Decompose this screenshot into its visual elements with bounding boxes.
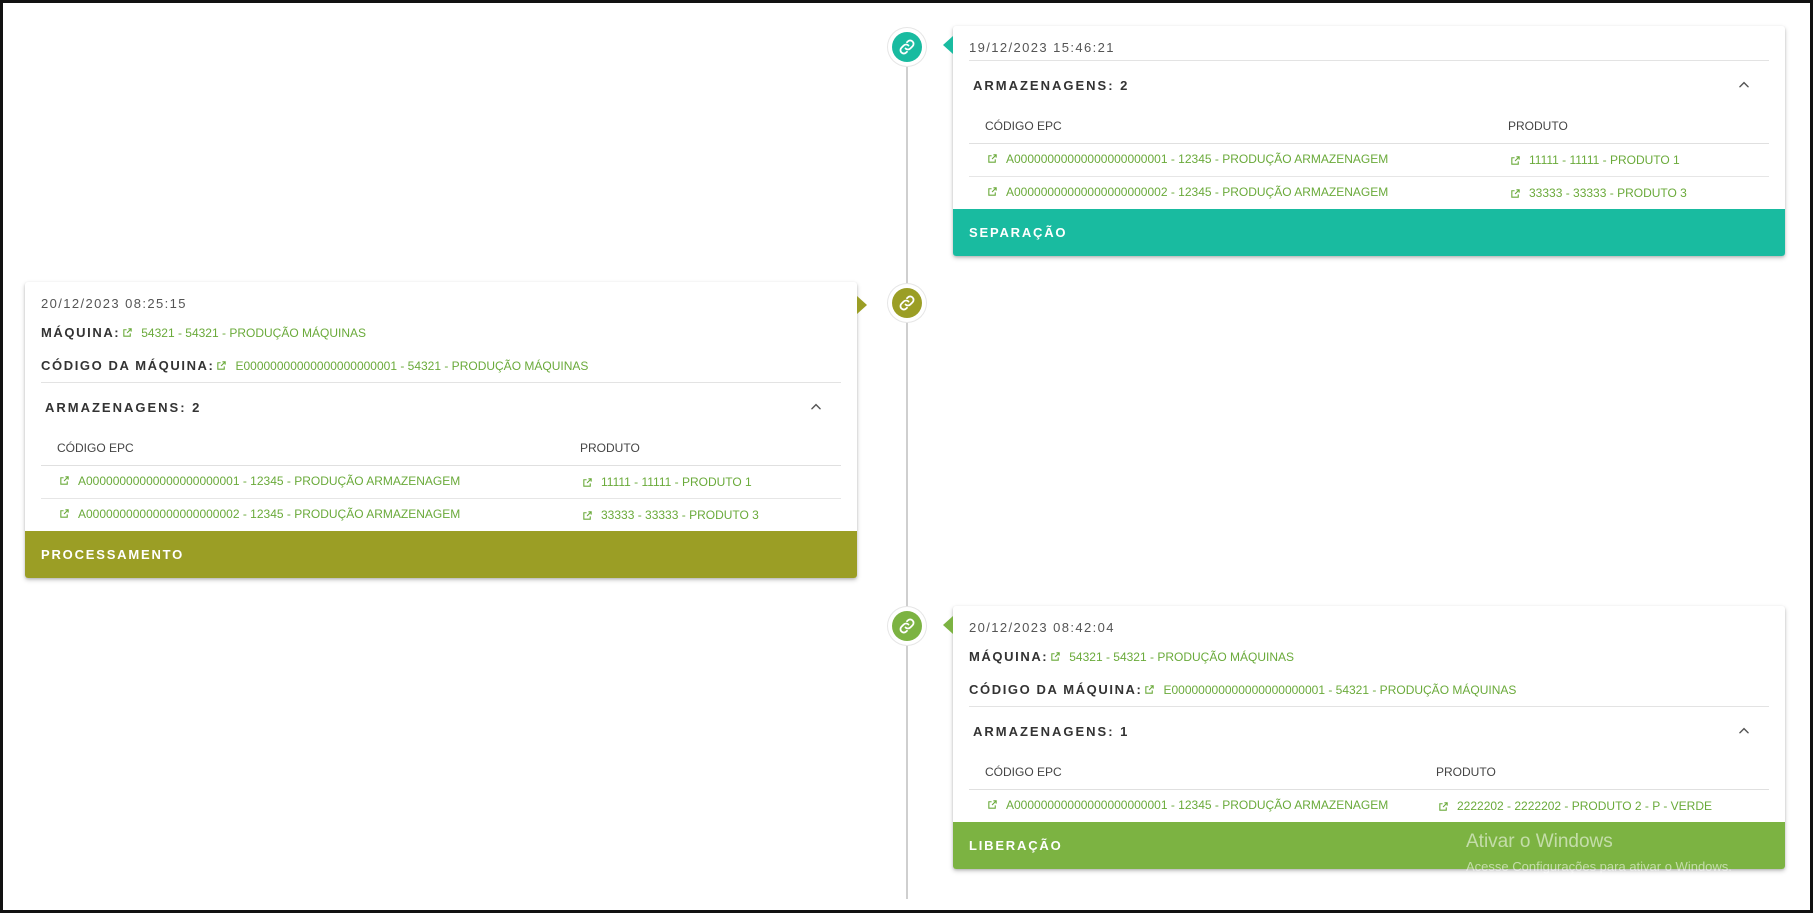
external-link-icon (60, 476, 69, 485)
codigo-maquina-link-text: E00000000000000000000001 - 54321 - PRODU… (235, 358, 589, 373)
card-timestamp: 20/12/2023 08:25:15 (41, 296, 187, 311)
maquina-link-text: 54321 - 54321 - PRODUÇÃO MÁQUINAS (1069, 649, 1294, 664)
card-pointer (857, 296, 867, 314)
maquina-field: MÁQUINA: 54321 - 54321 - PRODUÇÃO MÁQUIN… (969, 640, 1769, 673)
produto-link[interactable]: 33333 - 33333 - PRODUTO 3 (1508, 186, 1687, 200)
epc-link[interactable]: A00000000000000000000001 - 12345 - PRODU… (57, 474, 460, 488)
epc-link[interactable]: A00000000000000000000001 - 12345 - PRODU… (985, 152, 1388, 166)
section-title: ARMAZENAGENS: 2 (45, 399, 202, 415)
produto-link-text: 11111 - 11111 - PRODUTO 1 (601, 475, 752, 489)
link-icon (899, 39, 915, 55)
armazenagens-section-header[interactable]: ARMAZENAGENS: 1 (969, 707, 1769, 755)
card-timestamp: 19/12/2023 15:46:21 (969, 40, 1115, 55)
card-pointer (943, 616, 953, 634)
external-link-icon (1439, 801, 1448, 811)
produto-link-text: 33333 - 33333 - PRODUTO 3 (1529, 186, 1687, 200)
epc-link-text: A00000000000000000000002 - 12345 - PRODU… (78, 506, 461, 521)
section-title: ARMAZENAGENS: 2 (973, 77, 1130, 93)
maquina-label: MÁQUINA: (41, 325, 121, 340)
section-title: ARMAZENAGENS: 1 (973, 723, 1130, 739)
table-header: CÓDIGO EPC PRODUTO (969, 755, 1769, 790)
codigo-maquina-label: CÓDIGO DA MÁQUINA: (969, 682, 1143, 697)
chevron-up-icon[interactable] (809, 400, 823, 414)
external-link-icon (988, 154, 997, 163)
armazenagens-section-header[interactable]: ARMAZENAGENS: 2 (41, 383, 841, 431)
timeline-node-1 (888, 28, 926, 66)
codigo-maquina-field: CÓDIGO DA MÁQUINA: E00000000000000000000… (41, 349, 841, 382)
card-footer-status: SEPARAÇÃO (953, 209, 1785, 256)
table-header: CÓDIGO EPC PRODUTO (41, 431, 841, 466)
card-pointer (943, 36, 953, 54)
chevron-up-icon[interactable] (1737, 724, 1751, 738)
external-link-icon (583, 477, 592, 487)
timeline-page: 19/12/2023 15:46:21 ARMAZENAGENS: 2 CÓDI… (0, 0, 1813, 913)
link-icon (899, 295, 915, 311)
external-link-icon (1511, 188, 1520, 198)
maquina-link[interactable]: 54321 - 54321 - PRODUÇÃO MÁQUINAS (1048, 650, 1294, 664)
codigo-maquina-label: CÓDIGO DA MÁQUINA: (41, 358, 215, 373)
table-row: A00000000000000000000001 - 12345 - PRODU… (41, 466, 841, 499)
column-header-produto: PRODUTO (1436, 765, 1496, 779)
column-header-produto: PRODUTO (580, 441, 640, 455)
card-footer-status: LIBERAÇÃO (953, 822, 1785, 869)
external-link-icon (123, 328, 132, 337)
timeline-card-separacao: 19/12/2023 15:46:21 ARMAZENAGENS: 2 CÓDI… (943, 26, 1785, 256)
produto-link-text: 2222202 - 2222202 - PRODUTO 2 - P - VERD… (1457, 799, 1713, 813)
maquina-field: MÁQUINA: 54321 - 54321 - PRODUÇÃO MÁQUIN… (41, 316, 841, 349)
table-row: A00000000000000000000002 - 12345 - PRODU… (41, 499, 841, 531)
timeline-card-processamento: 20/12/2023 08:25:15 MÁQUINA: 54321 - 543… (25, 282, 867, 578)
timeline-node-2 (888, 284, 926, 322)
epc-link[interactable]: A00000000000000000000002 - 12345 - PRODU… (985, 185, 1388, 199)
maquina-label: MÁQUINA: (969, 649, 1049, 664)
card-footer-status: PROCESSAMENTO (25, 531, 857, 578)
maquina-link[interactable]: 54321 - 54321 - PRODUÇÃO MÁQUINAS (120, 326, 366, 340)
timeline-card-liberacao: 20/12/2023 08:42:04 MÁQUINA: 54321 - 543… (943, 606, 1785, 869)
epc-link[interactable]: A00000000000000000000001 - 12345 - PRODU… (985, 798, 1388, 812)
external-link-icon (1511, 155, 1520, 165)
armazenagens-table: CÓDIGO EPC PRODUTO A00000000000000000000… (969, 755, 1769, 822)
table-header: CÓDIGO EPC PRODUTO (969, 109, 1769, 144)
column-header-epc: CÓDIGO EPC (985, 119, 1062, 133)
external-link-icon (1145, 685, 1155, 694)
table-row: A00000000000000000000001 - 12345 - PRODU… (969, 790, 1769, 822)
column-header-produto: PRODUTO (1508, 119, 1568, 133)
timeline-line (906, 29, 908, 899)
codigo-maquina-link[interactable]: E00000000000000000000001 - 54321 - PRODU… (214, 359, 588, 373)
codigo-maquina-link[interactable]: E00000000000000000000001 - 54321 - PRODU… (1142, 683, 1516, 697)
external-link-icon (988, 800, 997, 809)
produto-link-text: 11111 - 11111 - PRODUTO 1 (1529, 153, 1680, 167)
codigo-maquina-link-text: E00000000000000000000001 - 54321 - PRODU… (1163, 682, 1517, 697)
epc-link-text: A00000000000000000000001 - 12345 - PRODU… (1006, 797, 1389, 812)
armazenagens-section-header[interactable]: ARMAZENAGENS: 2 (969, 61, 1769, 109)
produto-link[interactable]: 33333 - 33333 - PRODUTO 3 (580, 508, 759, 522)
external-link-icon (988, 187, 997, 196)
maquina-link-text: 54321 - 54321 - PRODUÇÃO MÁQUINAS (141, 325, 366, 340)
chevron-up-icon[interactable] (1737, 78, 1751, 92)
card-timestamp: 20/12/2023 08:42:04 (969, 620, 1115, 635)
external-link-icon (217, 361, 227, 370)
epc-link-text: A00000000000000000000001 - 12345 - PRODU… (78, 473, 461, 488)
codigo-maquina-field: CÓDIGO DA MÁQUINA: E00000000000000000000… (969, 673, 1769, 706)
produto-link-text: 33333 - 33333 - PRODUTO 3 (601, 508, 759, 522)
external-link-icon (583, 510, 592, 520)
column-header-epc: CÓDIGO EPC (985, 765, 1062, 779)
external-link-icon (60, 509, 69, 518)
epc-link[interactable]: A00000000000000000000002 - 12345 - PRODU… (57, 507, 460, 521)
table-row: A00000000000000000000001 - 12345 - PRODU… (969, 144, 1769, 177)
epc-link-text: A00000000000000000000001 - 12345 - PRODU… (1006, 151, 1389, 166)
armazenagens-table: CÓDIGO EPC PRODUTO A00000000000000000000… (969, 109, 1769, 209)
armazenagens-table: CÓDIGO EPC PRODUTO A00000000000000000000… (41, 431, 841, 531)
timeline-node-3 (888, 607, 926, 645)
external-link-icon (1051, 652, 1060, 661)
column-header-epc: CÓDIGO EPC (57, 441, 134, 455)
table-row: A00000000000000000000002 - 12345 - PRODU… (969, 177, 1769, 209)
link-icon (899, 618, 915, 634)
produto-link[interactable]: 11111 - 11111 - PRODUTO 1 (1508, 153, 1680, 167)
produto-link[interactable]: 2222202 - 2222202 - PRODUTO 2 - P - VERD… (1436, 799, 1712, 813)
produto-link[interactable]: 11111 - 11111 - PRODUTO 1 (580, 475, 752, 489)
epc-link-text: A00000000000000000000002 - 12345 - PRODU… (1006, 184, 1389, 199)
